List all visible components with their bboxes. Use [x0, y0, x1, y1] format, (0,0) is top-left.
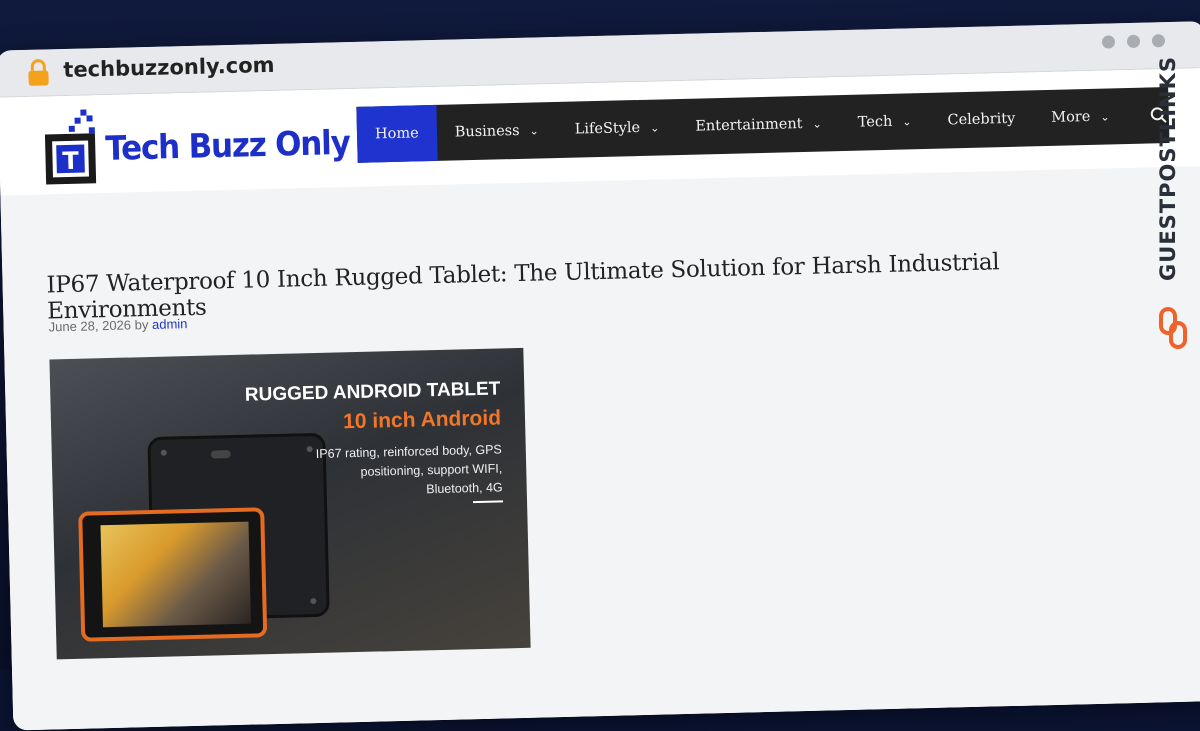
hero-heading: RUGGED ANDROID TABLET [244, 378, 501, 406]
nav-label: Business [454, 122, 520, 141]
tablet-front-image [78, 507, 268, 642]
chevron-down-icon: ⌄ [649, 120, 660, 135]
window-dot-icon[interactable] [1101, 35, 1116, 49]
window-dot-icon[interactable] [1126, 34, 1141, 49]
hero-description: IP67 rating, reinforced body, GPS positi… [315, 442, 503, 497]
hero-screw-br [310, 598, 317, 605]
main-nav: Home Business ⌄ LifeStyle ⌄ Entertainmen… [356, 87, 1170, 163]
article: IP67 Waterproof 10 Inch Rugged Tablet: T… [0, 166, 1200, 731]
chevron-down-icon: ⌄ [529, 123, 539, 138]
chevron-down-icon: ⌄ [902, 114, 912, 129]
logo-icon: T [44, 109, 97, 185]
nav-item-lifestyle[interactable]: LifeStyle ⌄ [556, 99, 678, 158]
by-label: by [134, 317, 149, 333]
hero-subheading: 10 inch Android [342, 406, 502, 434]
nav-item-tech[interactable]: Tech ⌄ [839, 93, 930, 151]
nav-item-entertainment[interactable]: Entertainment ⌄ [677, 95, 841, 155]
featured-image[interactable]: RUGGED ANDROID TABLET 10 inch Android IP… [49, 347, 531, 660]
nav-label: Celebrity [947, 110, 1016, 129]
author-link[interactable]: admin [152, 316, 188, 332]
article-date: June 28, 2026 [48, 317, 132, 335]
hero-camera-bump [210, 450, 231, 459]
article-title: IP67 Waterproof 10 Inch Rugged Tablet: T… [46, 249, 1000, 325]
browser-window: techbuzzonly.com T Tech Buzz Only Home B… [0, 21, 1200, 731]
article-meta: June 28, 2026 by admin [48, 316, 187, 334]
site-logo[interactable]: T Tech Buzz Only [42, 101, 350, 192]
lock-icon [25, 57, 52, 92]
logo-text: Tech Buzz Only [104, 123, 351, 169]
nav-item-business[interactable]: Business ⌄ [436, 102, 557, 161]
nav-label: Tech [857, 113, 893, 131]
link-icon [1159, 307, 1187, 349]
window-dot-icon[interactable] [1151, 34, 1166, 48]
nav-label: LifeStyle [574, 119, 641, 138]
nav-item-celebrity[interactable]: Celebrity [929, 90, 1034, 149]
address-bar[interactable]: techbuzzonly.com [63, 53, 275, 82]
window-controls [1101, 34, 1166, 49]
website: T Tech Buzz Only Home Business ⌄ LifeSty… [0, 68, 1200, 731]
nav-item-home[interactable]: Home [356, 104, 438, 163]
hero-underline [473, 500, 504, 504]
guestpostlinks-badge: GUESTPOSTLINKS [1156, 56, 1190, 356]
hero-tablet-screen [100, 521, 251, 628]
chevron-down-icon: ⌄ [1100, 109, 1110, 124]
badge-text: GUESTPOSTLINKS [1156, 56, 1180, 281]
nav-label: Home [374, 125, 419, 143]
nav-item-more[interactable]: More ⌄ [1033, 88, 1129, 146]
nav-label: Entertainment [695, 115, 803, 135]
nav-label: More [1051, 108, 1091, 126]
hero-screw-tl [160, 449, 167, 456]
svg-text:T: T [62, 147, 80, 175]
chevron-down-icon: ⌄ [812, 117, 822, 131]
screenshot-stage: techbuzzonly.com T Tech Buzz Only Home B… [0, 0, 1200, 731]
